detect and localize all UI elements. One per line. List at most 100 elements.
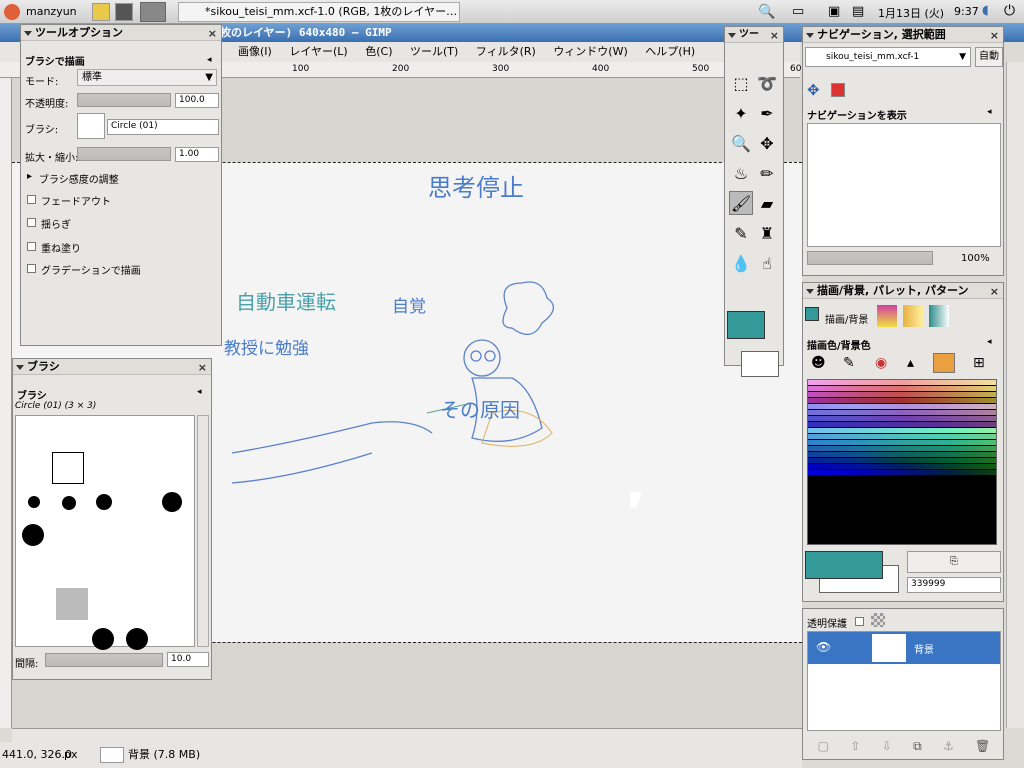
close-icon[interactable]: × bbox=[990, 28, 999, 44]
mode-dropdown[interactable]: 標準 ▼ bbox=[77, 69, 217, 86]
smudge-icon[interactable]: ☝ bbox=[755, 251, 779, 275]
new-layer-icon[interactable]: ▢ bbox=[818, 739, 829, 753]
color-picker-icon[interactable]: ✒ bbox=[755, 101, 779, 125]
brush-item[interactable] bbox=[162, 492, 182, 512]
brush-preview[interactable] bbox=[77, 113, 105, 139]
fg-bg-tab-icon[interactable] bbox=[805, 307, 819, 321]
color-palette-grid[interactable] bbox=[807, 379, 997, 545]
eye-icon[interactable]: 👁 bbox=[816, 640, 831, 654]
network-icon[interactable]: ▤ bbox=[852, 4, 864, 19]
gimp-selector-icon[interactable]: ☻ bbox=[811, 355, 826, 371]
eyedropper-button[interactable]: ⎘ bbox=[907, 551, 1001, 573]
cmyk-icon[interactable]: ▴ bbox=[907, 355, 914, 371]
layer-row[interactable]: 👁 背景 bbox=[808, 632, 1000, 664]
scale-spin[interactable]: 1.00 bbox=[175, 147, 219, 162]
scale-slider[interactable] bbox=[77, 147, 171, 161]
hex-input[interactable]: 339999 bbox=[907, 577, 1001, 593]
menu-tools[interactable]: ツール(T) bbox=[410, 45, 458, 58]
color-wheel-icon[interactable]: ◉ bbox=[875, 355, 887, 371]
foreground-color-swatch[interactable] bbox=[727, 311, 765, 339]
tab-menu-icon[interactable]: ◂ bbox=[987, 107, 992, 117]
brushes-title[interactable]: ブラシ × bbox=[13, 359, 211, 375]
close-icon[interactable]: × bbox=[198, 360, 207, 376]
brush-item[interactable] bbox=[92, 628, 114, 650]
scales-icon[interactable]: ⊞ bbox=[973, 355, 985, 371]
lower-layer-icon[interactable]: ⇩ bbox=[882, 739, 892, 753]
selected-brush[interactable] bbox=[52, 452, 84, 484]
pencil-icon[interactable]: ✏ bbox=[755, 161, 779, 185]
menu-image[interactable]: 画像(I) bbox=[238, 45, 272, 58]
opacity-slider[interactable] bbox=[77, 93, 171, 107]
menu-filters[interactable]: フィルタ(R) bbox=[476, 45, 536, 58]
colors-title[interactable]: 描画/背景, パレット, パターン × bbox=[803, 283, 1003, 299]
layer-name[interactable]: 背景 bbox=[914, 641, 934, 656]
ubuntu-logo-icon[interactable] bbox=[4, 4, 20, 20]
brush-item[interactable] bbox=[22, 524, 44, 546]
delete-layer-icon[interactable]: 🗑 bbox=[975, 739, 990, 753]
brush-grid-scrollbar[interactable] bbox=[197, 415, 209, 647]
drive-icon[interactable]: ▭ bbox=[792, 4, 804, 19]
brush-item[interactable] bbox=[56, 588, 88, 620]
background-color-swatch[interactable] bbox=[741, 351, 779, 377]
brush-selector-icon[interactable]: ✎ bbox=[843, 355, 855, 371]
image-selector[interactable]: sikou_teisi_mm.xcf-1 ▼ bbox=[805, 47, 971, 67]
menu-colors[interactable]: 色(C) bbox=[365, 45, 392, 58]
horizontal-scrollbar[interactable] bbox=[12, 728, 802, 742]
expander-icon[interactable]: ▸ bbox=[27, 171, 32, 182]
windows-icon[interactable]: ▣ bbox=[828, 4, 840, 19]
workspace-switcher[interactable] bbox=[140, 2, 166, 22]
zoom-icon[interactable]: 🔍 bbox=[729, 131, 753, 155]
auto-button[interactable]: 自動 bbox=[975, 47, 1003, 67]
brush-item[interactable] bbox=[28, 496, 40, 508]
gradient-checkbox[interactable] bbox=[27, 264, 36, 273]
tab-menu-icon[interactable]: ◂ bbox=[207, 55, 212, 65]
brush-item[interactable] bbox=[126, 628, 148, 650]
opacity-spin[interactable]: 100.0 bbox=[175, 93, 219, 108]
navigation-title[interactable]: ナビゲーション, 選択範囲 × bbox=[803, 27, 1003, 43]
close-icon[interactable]: × bbox=[770, 28, 779, 44]
clock-date[interactable]: 1月13日 (火) bbox=[878, 5, 944, 21]
fuzzy-select-icon[interactable]: ✦ bbox=[729, 101, 753, 125]
watercolor-icon[interactable] bbox=[933, 353, 955, 373]
search-icon[interactable]: 🔍 bbox=[758, 4, 775, 20]
toolbox-title[interactable]: ツー × bbox=[725, 27, 783, 43]
navigation-zoom-slider[interactable] bbox=[807, 251, 933, 265]
close-icon[interactable]: × bbox=[990, 284, 999, 300]
zoom-selector[interactable] bbox=[100, 747, 124, 763]
selection-tab-icon[interactable] bbox=[831, 83, 845, 97]
raise-layer-icon[interactable]: ⇧ bbox=[850, 739, 860, 753]
menu-help[interactable]: ヘルプ(H) bbox=[645, 45, 695, 58]
unit-selector[interactable]: px bbox=[64, 742, 78, 768]
lock-alpha-checkbox[interactable] bbox=[855, 617, 864, 626]
move-icon[interactable]: ✥ bbox=[755, 131, 779, 155]
palette-tab-icon[interactable] bbox=[877, 305, 897, 327]
eraser-icon[interactable]: ▰ bbox=[755, 191, 779, 215]
taskbar-window-button[interactable]: *sikou_teisi_mm.xcf-1.0 (RGB, 1枚のレイヤー… bbox=[178, 2, 460, 22]
menu-windows[interactable]: ウィンドウ(W) bbox=[553, 45, 627, 58]
screenshot-launcher-icon[interactable] bbox=[115, 3, 133, 21]
anchor-layer-icon[interactable]: ⚓ bbox=[943, 739, 954, 753]
clock-time[interactable]: 9:37 bbox=[954, 5, 979, 18]
rect-select-icon[interactable]: ⬚ bbox=[729, 71, 753, 95]
move-tab-icon[interactable]: ✥ bbox=[807, 81, 820, 99]
incremental-checkbox[interactable] bbox=[27, 242, 36, 251]
brush-name-field[interactable]: Circle (01) bbox=[107, 119, 219, 135]
layer-list[interactable]: 👁 背景 bbox=[807, 631, 1001, 731]
airbrush-icon[interactable]: ✎ bbox=[729, 221, 753, 245]
gradient-tab-icon[interactable] bbox=[903, 305, 923, 327]
ink-icon[interactable]: ♜ bbox=[755, 221, 779, 245]
left-ruler[interactable] bbox=[0, 78, 12, 728]
menu-layer[interactable]: レイヤー(L) bbox=[289, 45, 347, 58]
right-dock-scrollbar[interactable] bbox=[1006, 62, 1024, 728]
tab-menu-icon[interactable]: ◂ bbox=[197, 387, 202, 397]
fg-bg-tab-label[interactable]: 描画/背景 bbox=[825, 311, 868, 326]
brush-item[interactable] bbox=[62, 496, 76, 510]
user-menu[interactable]: manzyun bbox=[26, 5, 77, 18]
spacing-slider[interactable] bbox=[45, 653, 163, 667]
lasso-icon[interactable]: ➰ bbox=[755, 71, 779, 95]
brush-item[interactable] bbox=[96, 494, 112, 510]
volume-icon[interactable]: ◖ bbox=[982, 3, 989, 18]
close-icon[interactable]: × bbox=[208, 26, 217, 42]
navigation-preview[interactable] bbox=[807, 123, 1001, 247]
tool-options-title[interactable]: ツールオプション × bbox=[21, 25, 221, 41]
